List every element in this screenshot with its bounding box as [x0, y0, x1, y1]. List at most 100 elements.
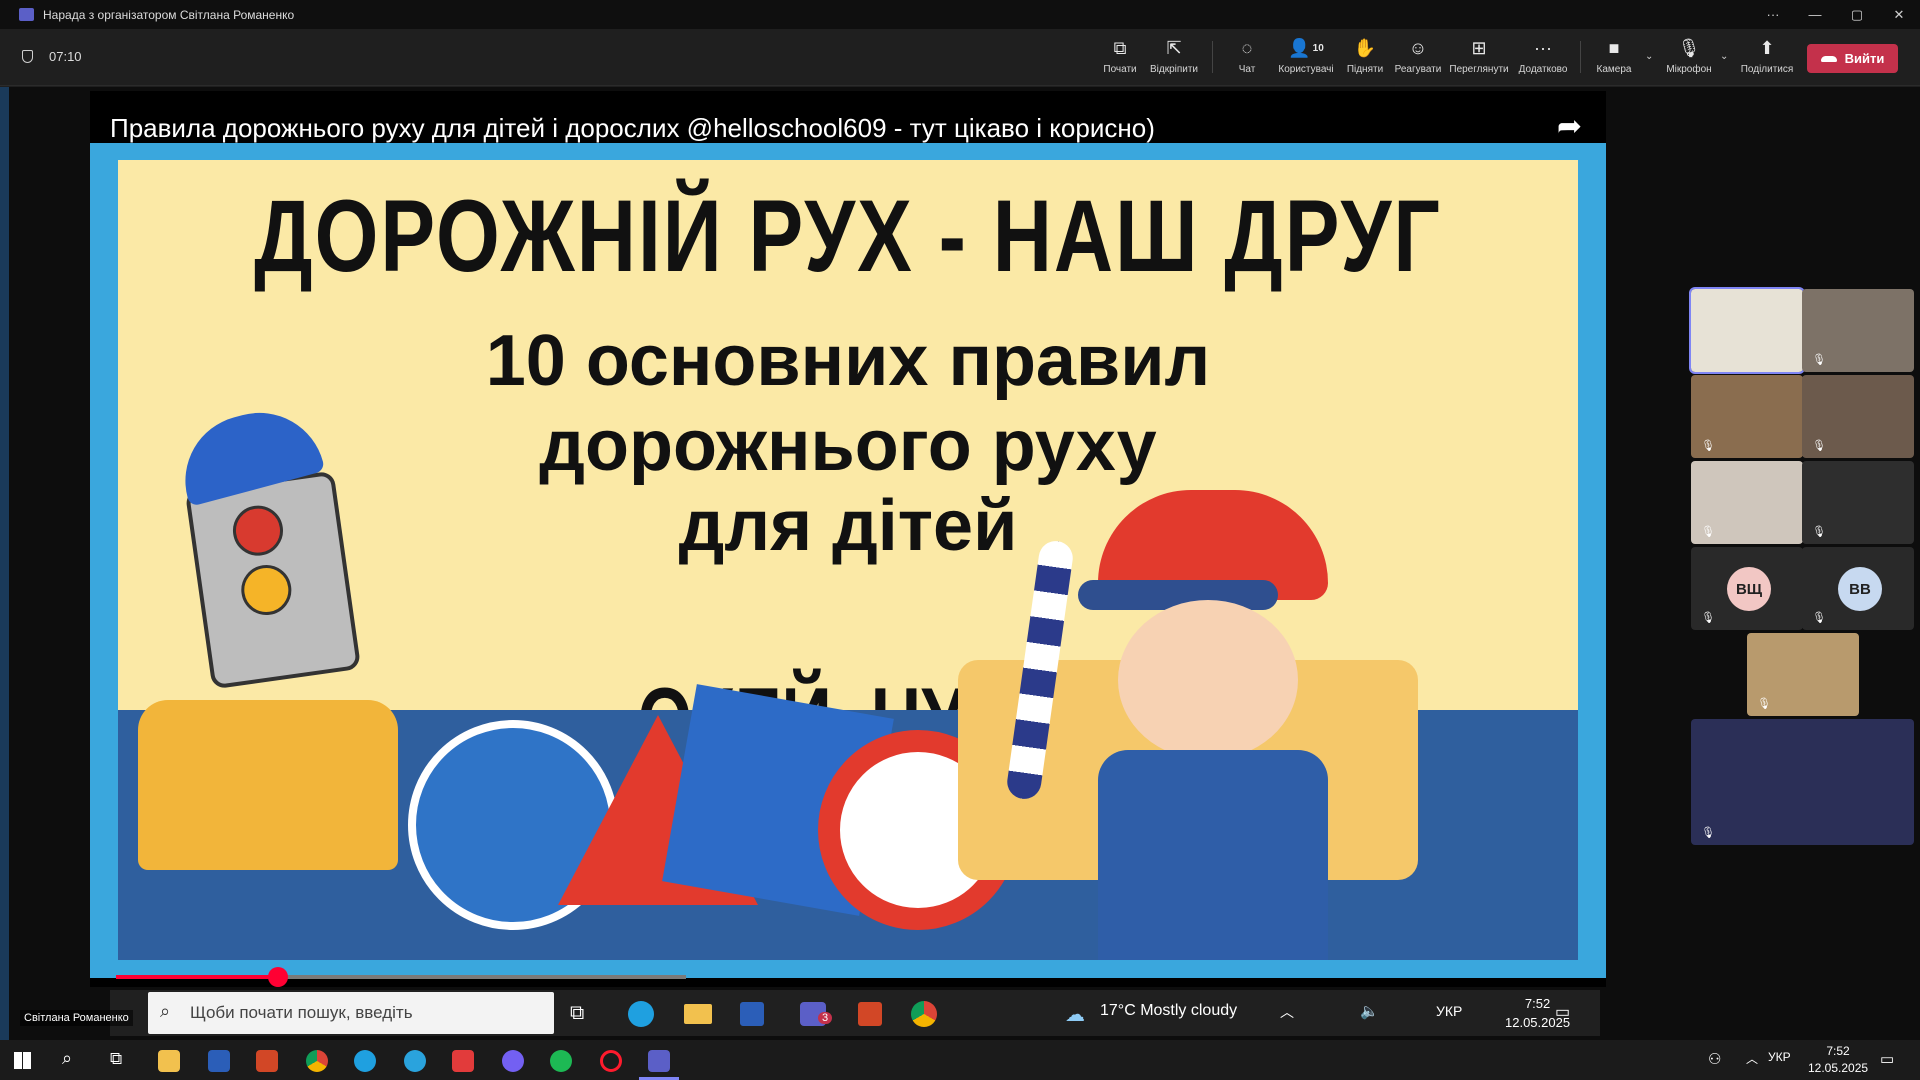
participant-tile[interactable]: 🎙 — [1802, 375, 1914, 458]
participant-tile[interactable] — [1689, 287, 1805, 374]
toolbar-divider — [1580, 41, 1581, 73]
spotify-icon[interactable] — [550, 1050, 572, 1072]
powerpoint-icon[interactable] — [256, 1050, 278, 1072]
notification-icon[interactable]: ▭ — [1555, 1002, 1570, 1022]
people-count: 10 — [1312, 42, 1324, 54]
participant-tile[interactable]: 🎙 — [1691, 719, 1914, 845]
popout-label: Відкріпити — [1149, 64, 1199, 75]
camera-options-chevron-icon[interactable]: ⌄ — [1645, 51, 1653, 62]
progress-knob[interactable] — [267, 967, 288, 987]
viber-icon[interactable] — [502, 1050, 524, 1072]
video-title: Правила дорожнього руху для дітей і доро… — [110, 113, 1155, 143]
tray-chevron-icon[interactable]: ︿ — [1280, 1002, 1294, 1022]
more-button[interactable]: ··· Додатково — [1511, 36, 1575, 76]
windows-taskbar: ⌕ ⧉ ⚇ ︿ УКР 7:52 12.05.2025 ▭ — [0, 1040, 1920, 1080]
participant-tile[interactable]: 🎙 — [1802, 461, 1914, 544]
share-label: Поділитися — [1740, 64, 1794, 75]
word-icon[interactable] — [208, 1050, 230, 1072]
participant-tile[interactable]: ВЩ 🎙 — [1691, 547, 1803, 630]
leave-label: Вийти — [1844, 51, 1885, 66]
camera-button[interactable]: ■ Камера — [1582, 36, 1646, 76]
leave-button[interactable]: Вийти — [1807, 44, 1898, 73]
participant-tile[interactable]: 🎙 — [1802, 289, 1914, 372]
react-button[interactable]: ☺ Реагувати — [1386, 36, 1450, 76]
more-options-icon[interactable]: ··· — [1752, 7, 1794, 22]
shared-weather[interactable]: 17°C Mostly cloudy — [1100, 1002, 1237, 1020]
participant-tile[interactable]: 🎙 — [1691, 375, 1803, 458]
mic-off-icon: 🎙 — [1701, 827, 1715, 839]
tile-video — [1691, 719, 1914, 845]
youtube-video-player[interactable]: Правила дорожнього руху для дітей і доро… — [90, 91, 1606, 987]
red-light — [229, 502, 287, 559]
meeting-timer: 07:10 — [22, 49, 82, 64]
window-title: Нарада з організатором Світлана Романенк… — [43, 7, 295, 22]
shield-icon — [22, 50, 33, 63]
react-label: Реагувати — [1394, 64, 1442, 75]
participant-tile[interactable]: 🎙 — [1747, 633, 1859, 716]
participant-tile[interactable]: 🎙 — [1691, 461, 1803, 544]
traffic-light-character — [184, 470, 362, 690]
os-clock[interactable]: 7:52 12.05.2025 — [1808, 1043, 1868, 1077]
video-progress-bar[interactable] — [116, 967, 686, 987]
screen-record-icon: ⧉ — [1113, 37, 1127, 58]
opera-icon[interactable] — [600, 1050, 622, 1072]
presenter-name-tag: Світлана Романенко — [20, 1010, 133, 1026]
file-explorer-icon[interactable] — [684, 1004, 712, 1024]
os-lang[interactable]: УКР — [1768, 1050, 1791, 1064]
mic-options-chevron-icon[interactable]: ⌄ — [1720, 51, 1728, 62]
close-button[interactable]: ✕ — [1878, 7, 1920, 23]
speaker-icon[interactable]: 🔈 — [1360, 1002, 1379, 1020]
chat-icon: ◌ — [1241, 37, 1253, 58]
chrome-icon[interactable] — [306, 1050, 328, 1072]
view-label: Переглянути — [1449, 64, 1509, 75]
person-icon[interactable]: ⚇ — [1708, 1050, 1721, 1068]
powerpoint-icon[interactable] — [858, 1002, 882, 1026]
teams-icon[interactable] — [648, 1050, 670, 1072]
os-time: 7:52 — [1826, 1044, 1850, 1058]
edge-icon[interactable] — [354, 1050, 376, 1072]
mic-label: Мікрофон — [1666, 64, 1712, 75]
smile-icon: ☺ — [1408, 37, 1428, 58]
file-explorer-icon[interactable] — [158, 1050, 180, 1072]
chrome-icon[interactable] — [911, 1001, 937, 1027]
share-button[interactable]: ⬆ Поділитися — [1735, 36, 1799, 76]
mic-button[interactable]: 🎙 Мікрофон — [1657, 36, 1721, 76]
mic-off-icon: 🎙 — [1812, 612, 1826, 624]
view-button[interactable]: ⊞ Переглянути — [1447, 36, 1511, 76]
mic-off-icon: 🎙 — [1812, 526, 1826, 538]
chat-label: Чат — [1238, 64, 1256, 75]
share-arrow-icon[interactable]: ➦ — [1557, 109, 1582, 144]
mic-off-icon: 🎙 — [1757, 698, 1771, 710]
cloud-icon: ☁ — [1065, 1004, 1085, 1026]
telegram-icon[interactable] — [404, 1050, 426, 1072]
word-icon[interactable] — [740, 1002, 764, 1026]
mic-off-icon: 🎙 — [1812, 354, 1826, 366]
minimize-button[interactable]: — — [1794, 7, 1836, 22]
task-view-icon[interactable]: ⧉ — [110, 1049, 122, 1069]
maximize-button[interactable]: ▢ — [1836, 7, 1878, 23]
search-icon[interactable]: ⌕ — [62, 1048, 72, 1069]
people-label: Користувачі — [1278, 64, 1334, 75]
people-icon: 👤 10 — [1288, 37, 1324, 58]
popout-icon: ⇱ — [1166, 37, 1182, 58]
people-button[interactable]: 👤 10 Користувачі — [1274, 36, 1338, 76]
shared-lang[interactable]: УКР — [1436, 1003, 1462, 1019]
task-view-icon[interactable]: ⧉ — [570, 1002, 584, 1025]
tray-chevron-icon[interactable]: ︿ — [1746, 1050, 1758, 1067]
phone-icon — [1820, 55, 1837, 62]
edge-icon[interactable] — [628, 1001, 654, 1027]
raise-label: Підняти — [1346, 64, 1384, 75]
shared-search-box[interactable]: ⌕ Щоби почати пошук, введіть — [148, 992, 554, 1034]
meeting-toolbar: 07:10 ⧉ Почати ⇱ Відкріпити ◌ Чат 👤 10 Ко… — [0, 29, 1920, 86]
share-icon: ⬆ — [1759, 37, 1775, 58]
windows-start-icon[interactable] — [14, 1052, 31, 1069]
chat-button[interactable]: ◌ Чат — [1215, 36, 1279, 76]
popout-button[interactable]: ⇱ Відкріпити — [1142, 36, 1206, 76]
slide-heading: ДОРОЖНІЙ РУХ - НАШ ДРУГ — [254, 179, 1442, 294]
anydesk-icon[interactable] — [452, 1050, 474, 1072]
slide-line-2: дорожнього руху — [539, 406, 1157, 486]
tile-video — [1691, 289, 1803, 372]
participant-tile[interactable]: ВВ 🎙 — [1802, 547, 1914, 630]
os-date: 12.05.2025 — [1808, 1061, 1869, 1075]
notification-icon[interactable]: ▭ — [1880, 1050, 1894, 1068]
